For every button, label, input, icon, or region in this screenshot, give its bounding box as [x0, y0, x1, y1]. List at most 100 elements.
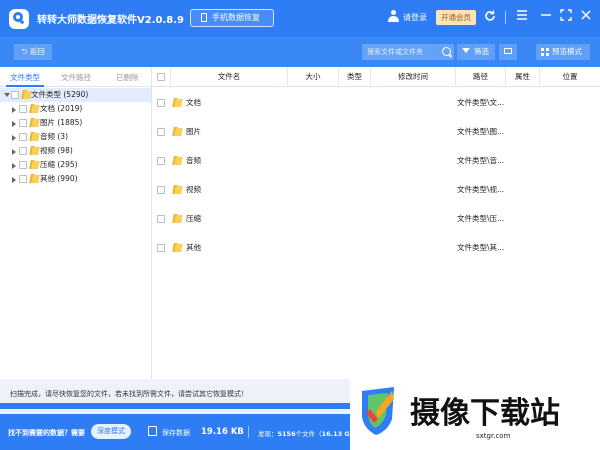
expand-icon[interactable]: [12, 107, 16, 113]
tree-checkbox[interactable]: [19, 133, 27, 141]
title-separator: [505, 11, 506, 24]
tree-item-label: 压缩 (295): [40, 160, 78, 169]
expand-icon[interactable]: [12, 177, 16, 183]
row-path: 文件类型\音...: [457, 156, 505, 165]
view-list-icon: [504, 48, 512, 54]
table-row[interactable]: 其他 文件类型\其...: [152, 234, 600, 263]
row-name: 音频: [186, 156, 201, 165]
row-checkbox[interactable]: [157, 244, 165, 252]
folder-icon: [29, 174, 39, 183]
refresh-icon[interactable]: [482, 9, 498, 25]
grid-icon: [541, 48, 549, 56]
column-header-size[interactable]: 大小: [287, 67, 338, 87]
back-button[interactable]: ⮌ 返回: [14, 44, 52, 60]
filter-button[interactable]: 筛选: [457, 44, 495, 60]
row-checkbox[interactable]: [157, 99, 165, 107]
row-checkbox[interactable]: [157, 128, 165, 136]
status-separator: [248, 426, 249, 438]
row-path: 文件类型\视...: [457, 185, 505, 194]
tree-item-label: 音频 (3): [40, 132, 69, 141]
tree-checkbox[interactable]: [19, 147, 27, 155]
menu-icon[interactable]: [514, 9, 530, 25]
login-link[interactable]: 请登录: [403, 12, 427, 23]
select-all-checkbox[interactable]: [157, 73, 165, 81]
search-icon[interactable]: [442, 47, 451, 56]
sidebar: 文件类型 文件路径 已删除 文件类型 (5290) 文档 (2019) 图片 (…: [0, 67, 152, 379]
watermark-text: 摄像下载站: [410, 396, 560, 431]
table-row[interactable]: 图片 文件类型\图...: [152, 118, 600, 147]
tree-item-label: 图片 (1885): [40, 118, 83, 127]
row-checkbox[interactable]: [157, 215, 165, 223]
expand-icon[interactable]: [12, 149, 16, 155]
save-data-size: 19.16 KB: [201, 427, 244, 437]
tree-item-documents[interactable]: 文档 (2019): [0, 102, 151, 116]
table-row[interactable]: 音频 文件类型\音...: [152, 147, 600, 176]
minimize-icon[interactable]: [538, 9, 554, 25]
column-header-name[interactable]: 文件名: [170, 67, 287, 87]
tree-item-video[interactable]: 视频 (98): [0, 144, 151, 158]
tree-item-audio[interactable]: 音频 (3): [0, 130, 151, 144]
folder-icon: [21, 90, 31, 99]
mobile-recovery-button[interactable]: 手机数据恢复: [190, 9, 274, 27]
found-size: 16.13 G: [321, 430, 350, 438]
search-input[interactable]: [367, 44, 439, 60]
tree-root-label: 文件类型 (5290): [31, 90, 89, 99]
user-icon[interactable]: [388, 10, 399, 22]
toolbar: ⮌ 返回 筛选 预览模式: [0, 37, 600, 67]
row-path: 文件类型\压...: [457, 214, 505, 223]
view-toggle-button[interactable]: [499, 44, 517, 60]
expand-icon[interactable]: [12, 135, 16, 141]
not-found-text: 找不到需要的数据？需要: [8, 429, 85, 437]
table-row[interactable]: 文档 文件类型\文...: [152, 89, 600, 118]
row-name: 其他: [186, 243, 201, 252]
app-logo-icon: [9, 9, 29, 29]
row-checkbox[interactable]: [157, 186, 165, 194]
tab-file-path[interactable]: 文件路径: [61, 72, 91, 83]
watermark-url: sxtgr.com: [476, 432, 511, 440]
expand-icon[interactable]: [12, 163, 16, 169]
maximize-icon[interactable]: [558, 9, 574, 25]
phone-icon: [201, 13, 207, 22]
column-header-modified[interactable]: 修改时间: [370, 67, 455, 87]
folder-icon: [172, 214, 182, 223]
column-header-path[interactable]: 路径: [455, 67, 505, 87]
vip-button[interactable]: 开通会员: [436, 10, 476, 25]
tree-checkbox[interactable]: [11, 91, 19, 99]
preview-mode-label: 预览模式: [552, 47, 582, 56]
back-icon: ⮌: [21, 47, 30, 56]
back-label: 返回: [29, 47, 45, 56]
tree-checkbox[interactable]: [19, 119, 27, 127]
tab-file-type[interactable]: 文件类型: [10, 72, 40, 83]
save-data-label: 保存数据: [162, 429, 190, 437]
table-row[interactable]: 视频 文件类型\视...: [152, 176, 600, 205]
deep-mode-button[interactable]: 深度模式: [91, 424, 131, 439]
found-mid: 个文件（: [295, 430, 322, 438]
row-name: 压缩: [186, 214, 201, 223]
column-header-attributes[interactable]: 属性: [505, 67, 539, 87]
watermark-logo-icon: [362, 387, 394, 435]
row-path: 文件类型\图...: [457, 127, 505, 136]
table-row[interactable]: 压缩 文件类型\压...: [152, 205, 600, 234]
close-icon[interactable]: [578, 9, 594, 25]
tree-checkbox[interactable]: [19, 161, 27, 169]
tree-item-label: 视频 (98): [40, 146, 73, 155]
tree-item-other[interactable]: 其他 (990): [0, 172, 151, 186]
row-path: 文件类型\文...: [457, 98, 505, 107]
tree-checkbox[interactable]: [19, 175, 27, 183]
folder-icon: [172, 156, 182, 165]
tree-root[interactable]: 文件类型 (5290): [0, 88, 151, 102]
row-checkbox[interactable]: [157, 157, 165, 165]
tree-item-archive[interactable]: 压缩 (295): [0, 158, 151, 172]
column-header-location[interactable]: 位置: [539, 67, 600, 87]
folder-icon: [29, 104, 39, 113]
watermark: 摄像下载站 sxtgr.com: [350, 379, 600, 450]
folder-icon: [172, 98, 182, 107]
collapse-icon[interactable]: [4, 93, 10, 97]
preview-mode-button[interactable]: 预览模式: [536, 44, 590, 60]
column-header-type[interactable]: 类型: [338, 67, 370, 87]
tree-item-images[interactable]: 图片 (1885): [0, 116, 151, 130]
tree-checkbox[interactable]: [19, 105, 27, 113]
tab-deleted[interactable]: 已删除: [116, 72, 139, 83]
filter-label: 筛选: [474, 47, 489, 56]
expand-icon[interactable]: [12, 121, 16, 127]
